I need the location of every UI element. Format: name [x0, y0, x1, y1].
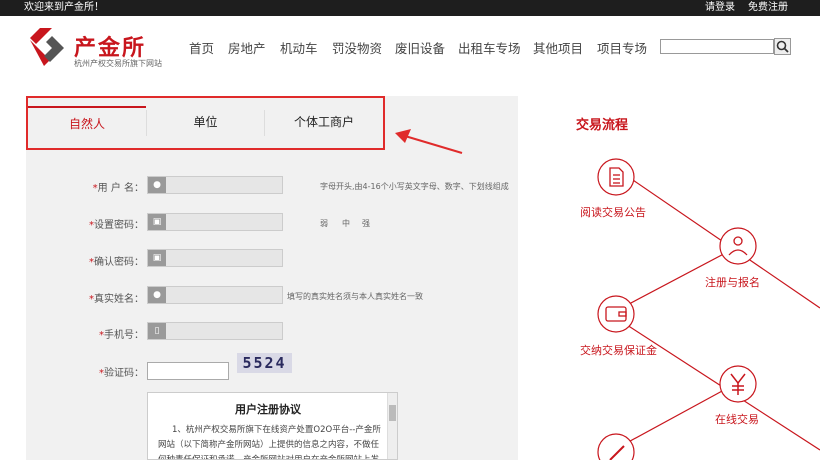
scroll-thumb[interactable] — [389, 405, 396, 421]
search-icon — [776, 40, 789, 53]
strength-strong: 强 — [362, 219, 370, 228]
lock-icon: ▣ — [148, 250, 166, 266]
nav-item-other[interactable]: 其他项目 — [533, 38, 583, 57]
realname-field[interactable]: ● — [147, 286, 283, 304]
search-button[interactable] — [774, 38, 791, 55]
confirm-password-field[interactable]: ▣ — [147, 249, 283, 267]
confirm-label: *确认密码： — [89, 257, 144, 268]
wallet-icon — [605, 306, 627, 322]
flow-step-3: 交纳交易保证金 — [580, 344, 657, 357]
logo-subtitle: 杭州产权交易所旗下网站 — [74, 59, 162, 68]
logo-icon[interactable] — [26, 26, 66, 66]
id-card-icon: ● — [148, 287, 166, 303]
agreement-text: 1、杭州产权交易所旗下在线资产处置O2O平台--产金所网站（以下简称产金所网站）… — [158, 425, 381, 460]
username-hint: 字母开头,由4-16个小写英文字母、数字、下划线组成 — [320, 182, 509, 191]
flow-step-4: 在线交易 — [715, 413, 759, 426]
realname-label: *真实姓名： — [89, 294, 144, 305]
username-field[interactable]: ● — [147, 176, 283, 194]
agreement-title: 用户注册协议 — [235, 403, 301, 416]
top-bar: 欢迎来到产金所！ 请登录 免费注册 — [0, 0, 820, 16]
nav-item-vehicles[interactable]: 机动车 — [280, 38, 318, 57]
welcome-text: 欢迎来到产金所！ — [24, 2, 104, 13]
tabs-highlight-box — [26, 96, 385, 150]
strength-medium: 中 — [342, 219, 350, 228]
captcha-label: *验证码： — [99, 368, 144, 379]
hammer-icon — [609, 445, 625, 460]
lock-icon: ▣ — [148, 214, 166, 230]
nav-item-equipment[interactable]: 废旧设备 — [395, 38, 445, 57]
flow-step-2: 注册与报名 — [705, 276, 760, 289]
captcha-input[interactable] — [147, 362, 229, 380]
realname-hint: 填写的真实姓名须与本人真实姓名一致 — [287, 292, 423, 301]
nav-item-home[interactable]: 首页 — [189, 38, 214, 57]
nav-item-realestate[interactable]: 房地产 — [228, 38, 266, 57]
user-icon: ● — [148, 177, 166, 193]
agreement-scrollbar[interactable] — [387, 393, 397, 459]
search-input[interactable] — [660, 39, 774, 54]
phone-icon: ▯ — [148, 323, 166, 339]
password-field[interactable]: ▣ — [147, 213, 283, 231]
phone-label: *手机号： — [99, 330, 144, 341]
yen-icon — [730, 373, 746, 395]
password-label: *设置密码： — [89, 220, 144, 231]
nav-item-taxi[interactable]: 出租车专场 — [458, 38, 521, 57]
strength-weak: 弱 — [320, 219, 328, 228]
nav-item-confiscated[interactable]: 罚没物资 — [332, 38, 382, 57]
document-icon — [609, 167, 624, 187]
flow-step-1: 阅读交易公告 — [580, 206, 646, 219]
captcha-image[interactable]: 5524 — [237, 353, 292, 373]
flow-title: 交易流程 — [576, 118, 629, 133]
user-icon — [728, 236, 748, 256]
nav-item-special[interactable]: 项目专场 — [597, 38, 647, 57]
login-link[interactable]: 请登录 — [705, 0, 735, 16]
agreement-box[interactable]: 用户注册协议 1、杭州产权交易所旗下在线资产处置O2O平台--产金所网站（以下简… — [147, 392, 398, 460]
phone-field[interactable]: ▯ — [147, 322, 283, 340]
username-label: *用 户 名： — [92, 183, 144, 194]
register-link[interactable]: 免费注册 — [748, 0, 788, 16]
